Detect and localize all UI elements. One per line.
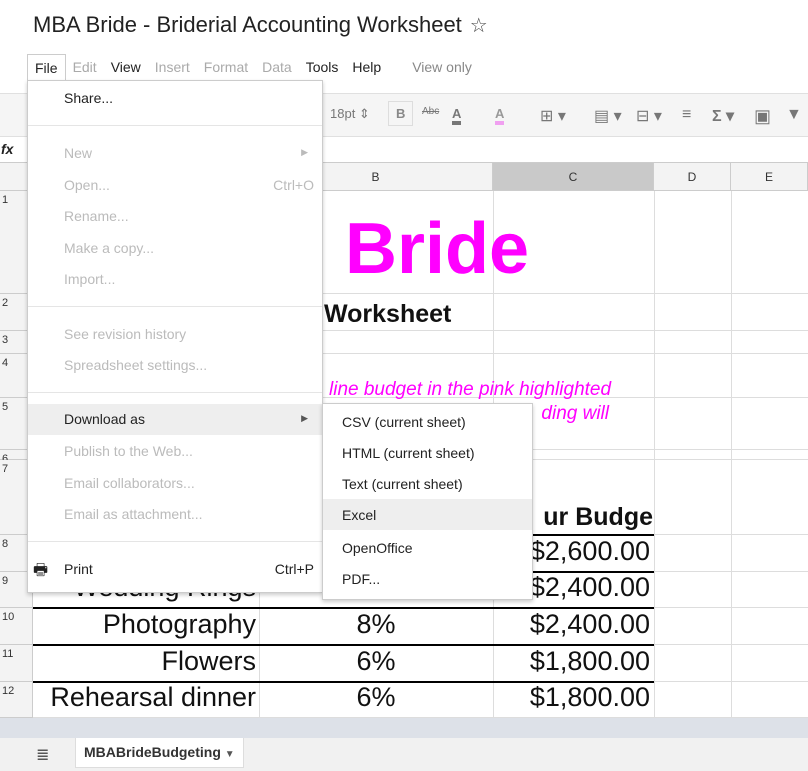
label: Download as [64, 411, 145, 427]
borders-icon[interactable]: ⊞ ▾ [540, 106, 566, 126]
label: Spreadsheet settings... [64, 357, 208, 373]
menu-item-email-attachment[interactable]: Email as attachment... [28, 499, 322, 530]
column-header-c[interactable]: C [493, 163, 654, 191]
horizontal-scrollbar[interactable] [0, 718, 808, 738]
printer-icon: 🖶 [33, 562, 49, 579]
star-icon[interactable]: ☆ [470, 15, 488, 37]
menu-data[interactable]: Data [255, 54, 299, 80]
bold-button[interactable]: B [388, 101, 414, 126]
menu-item-revision-history[interactable]: See revision history [28, 319, 322, 350]
menu-item-new[interactable]: New ▶ [28, 138, 322, 169]
strikethrough-button[interactable]: Abc [422, 106, 439, 117]
download-option[interactable]: PDF... [323, 563, 532, 594]
sheet-tabs-bar: ≣ MBABrideBudgeting ▼ [0, 738, 808, 771]
menu-file[interactable]: File [27, 54, 66, 81]
file-menu: Share... New ▶ Open... Ctrl+O Rename... Ma… [27, 80, 323, 593]
cell-category[interactable]: Rehearsal dinner [33, 682, 256, 713]
column-header-d[interactable]: D [654, 163, 731, 191]
menu-item-open[interactable]: Open... Ctrl+O [28, 170, 322, 201]
all-sheets-menu-icon[interactable]: ≣ [36, 745, 49, 765]
filter-icon[interactable]: ▼ [786, 106, 802, 124]
cell-category[interactable]: Flowers [33, 646, 256, 677]
label: Publish to the Web... [64, 443, 193, 459]
menu-bar: File Edit View Insert Format Data Tools … [27, 54, 472, 81]
font-size-value: 18pt [330, 106, 356, 121]
separator [28, 392, 322, 393]
menu-item-publish[interactable]: Publish to the Web... [28, 436, 322, 467]
menu-item-settings[interactable]: Spreadsheet settings... [28, 350, 322, 381]
wrap-icon[interactable]: ≡ [682, 106, 691, 124]
download-option[interactable]: Text (current sheet) [323, 468, 532, 499]
label: Open... [64, 177, 110, 193]
download-option[interactable]: HTML (current sheet) [323, 437, 532, 468]
row-header-10[interactable]: 10 [0, 608, 33, 645]
shortcut: Ctrl+P [274, 561, 314, 577]
menu-edit[interactable]: Edit [66, 54, 104, 80]
gridline [654, 191, 655, 718]
cell-percent[interactable]: 6% [259, 646, 493, 677]
cell-border [33, 681, 654, 683]
align-icon[interactable]: ▤ ▾ [594, 106, 622, 126]
fx-icon: fx [1, 141, 14, 157]
cell-amount[interactable]: $1,800.00 [493, 682, 650, 713]
download-as-submenu: CSV (current sheet) HTML (current sheet) T… [322, 403, 533, 600]
cell-note-line1[interactable]: line budget in the pink highlighted [329, 379, 611, 401]
menu-item-share[interactable]: Share... [28, 83, 322, 114]
title-text[interactable]: MBA Bride - Briderial Accounting Workshe… [33, 12, 462, 37]
separator [28, 541, 322, 542]
cell-border [33, 607, 654, 609]
submenu-arrow-icon: ▶ [301, 413, 308, 423]
sheet-tab[interactable]: MBABrideBudgeting ▼ [75, 738, 244, 768]
cell-percent[interactable]: 6% [259, 682, 493, 713]
label: Share... [64, 90, 114, 106]
chevron-down-icon[interactable]: ▼ [225, 749, 235, 760]
download-option[interactable]: Excel [323, 499, 532, 530]
download-option[interactable]: CSV (current sheet) [323, 406, 532, 437]
row-header-12[interactable]: 12 [0, 682, 33, 718]
label: Make a copy... [64, 240, 155, 256]
menu-item-download-as[interactable]: Download as ▶ [28, 404, 322, 435]
menu-tools[interactable]: Tools [299, 54, 346, 80]
document-title[interactable]: MBA Bride - Briderial Accounting Workshe… [33, 12, 488, 38]
cell-subtitle[interactable]: Worksheet [324, 300, 451, 329]
cell-percent[interactable]: 8% [259, 609, 493, 640]
submenu-arrow-icon: ▶ [301, 147, 308, 157]
font-size-select[interactable]: 18pt ⇕ [330, 106, 370, 122]
text-color-button[interactable]: A [452, 106, 462, 125]
cell-amount[interactable]: $2,400.00 [493, 609, 650, 640]
menu-item-print[interactable]: 🖶 Print Ctrl+P [28, 554, 322, 585]
label: Print [64, 561, 93, 577]
view-only-status: View only [412, 59, 472, 75]
cell-category[interactable]: Photography [33, 609, 256, 640]
menu-format[interactable]: Format [197, 54, 255, 80]
label: Rename... [64, 208, 129, 224]
menu-item-rename[interactable]: Rename... [28, 201, 322, 232]
label: Import... [64, 271, 116, 287]
download-option[interactable]: OpenOffice [323, 532, 532, 563]
label: Email as attachment... [64, 506, 203, 522]
label: Email collaborators... [64, 475, 195, 491]
row-header-11[interactable]: 11 [0, 645, 33, 682]
cell-amount[interactable]: $1,800.00 [493, 646, 650, 677]
menu-help[interactable]: Help [345, 54, 388, 80]
shortcut: Ctrl+O [273, 177, 314, 193]
menu-item-make-copy[interactable]: Make a copy... [28, 233, 322, 264]
chart-icon[interactable]: ▣ [754, 106, 771, 127]
menu-item-email-collaborators[interactable]: Email collaborators... [28, 468, 322, 499]
cell-border [33, 644, 654, 646]
menu-item-import[interactable]: Import... [28, 264, 322, 295]
sheet-tab-label: MBABrideBudgeting [84, 744, 221, 760]
label: New [64, 145, 93, 161]
gridline [731, 191, 732, 718]
column-header-e[interactable]: E [731, 163, 808, 191]
cell-title-bride[interactable]: Bride [345, 208, 529, 290]
menu-insert[interactable]: Insert [148, 54, 197, 80]
fill-color-button[interactable]: A [495, 106, 505, 125]
merge-icon[interactable]: ⊟ ▾ [636, 106, 662, 126]
sum-icon[interactable]: Σ ▾ [712, 106, 734, 126]
separator [28, 125, 322, 126]
label: See revision history [64, 326, 187, 342]
separator [28, 306, 322, 307]
menu-view[interactable]: View [104, 54, 148, 80]
